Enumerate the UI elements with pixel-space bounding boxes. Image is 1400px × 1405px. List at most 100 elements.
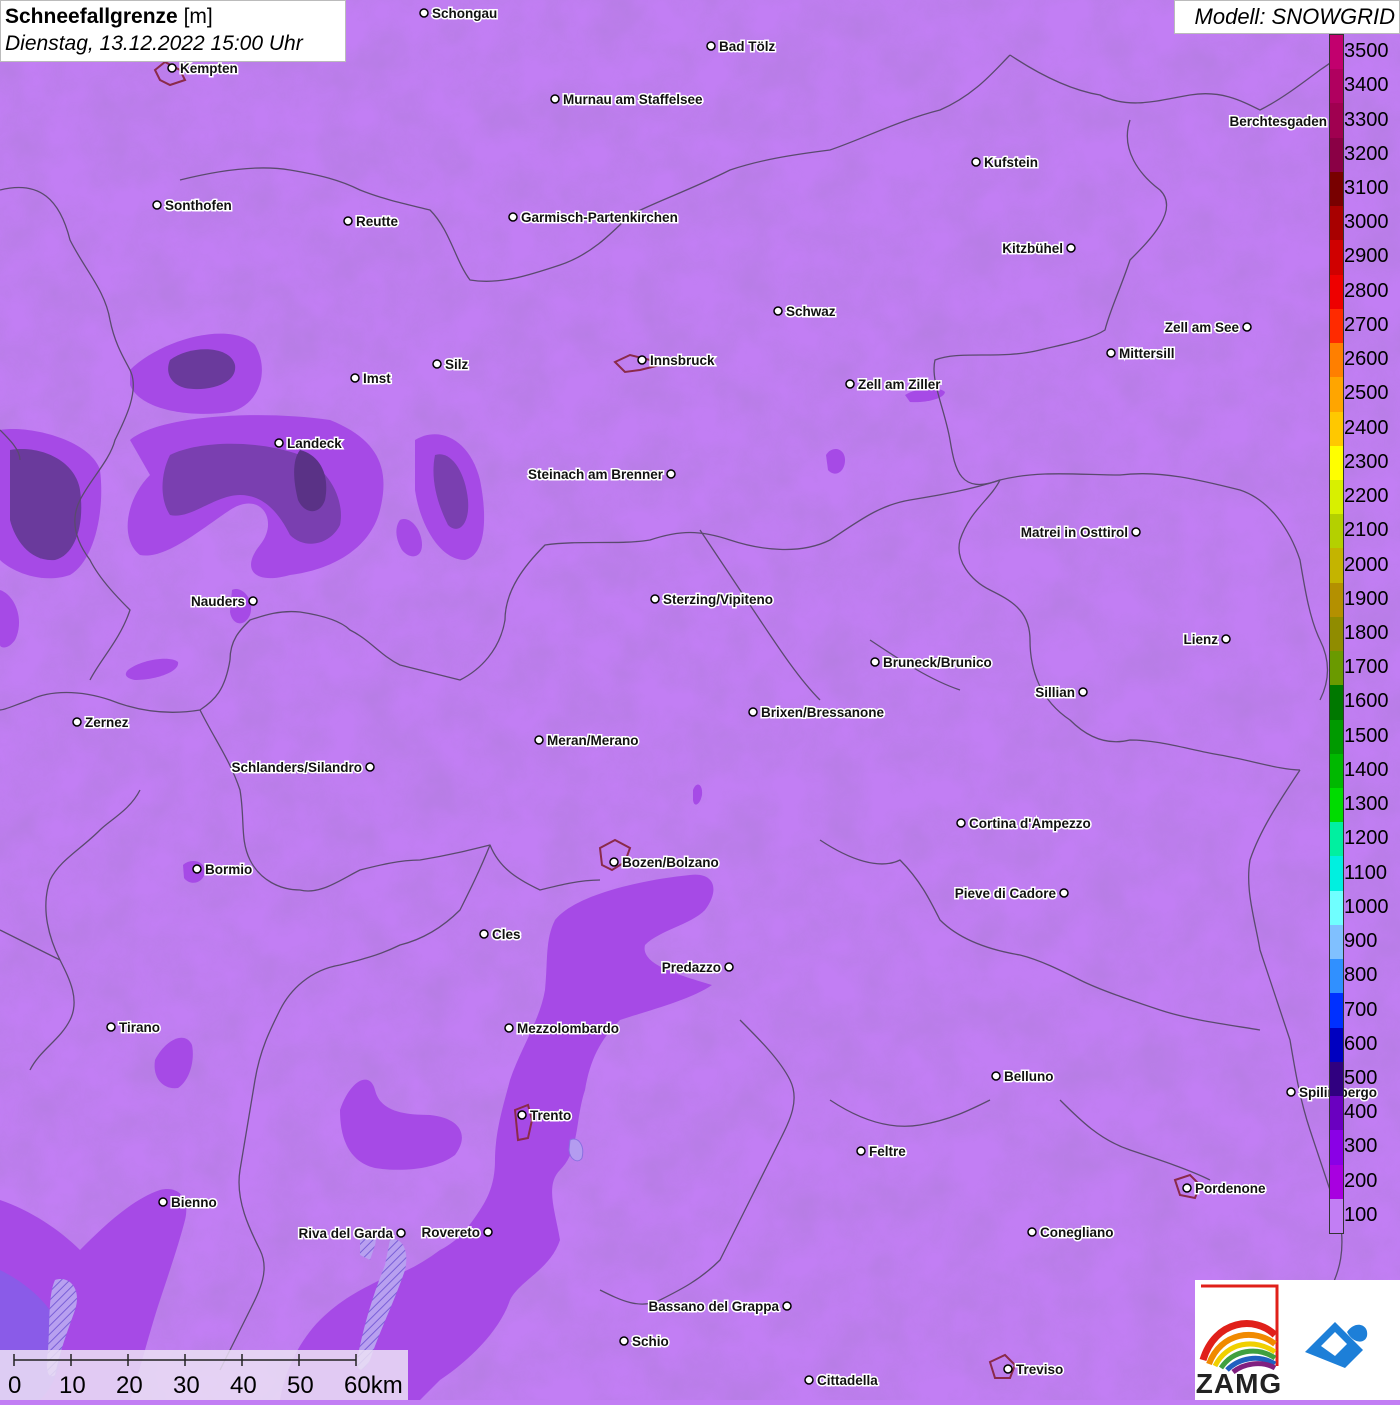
legend-swatch-2600	[1330, 343, 1343, 378]
city-berchtesgaden: Berchtesgaden	[1228, 113, 1340, 131]
legend-swatch-100	[1330, 1198, 1343, 1234]
city-label: Cortina d'Ampezzo	[969, 816, 1091, 831]
city-dot	[619, 1336, 629, 1346]
city-schongau: Schongau	[419, 5, 499, 23]
title-box: Schneefallgrenze [m] Dienstag, 13.12.202…	[0, 0, 346, 62]
legend-label-3400: 3400	[1344, 74, 1389, 97]
legend-label-2000: 2000	[1344, 553, 1389, 576]
city-dot	[1221, 634, 1231, 644]
legend-swatch-2900	[1330, 240, 1343, 276]
city-dot	[343, 216, 353, 226]
legend-swatch-2800	[1330, 274, 1343, 310]
legend-label-1100: 1100	[1344, 861, 1388, 884]
city-dot	[971, 157, 981, 167]
legend-swatch-2400	[1330, 411, 1343, 447]
city-dot	[152, 200, 162, 210]
legend-label-1500: 1500	[1344, 724, 1389, 747]
city-dot	[504, 1023, 514, 1033]
city-label: Brixen/Bressanone	[761, 705, 885, 720]
legend-swatch-2200	[1330, 479, 1343, 515]
city-dot	[991, 1071, 1001, 1081]
city-label: Tirano	[119, 1020, 160, 1035]
city-zell-am-ziller: Zell am Ziller	[845, 376, 943, 394]
legend-label-300: 300	[1344, 1135, 1378, 1158]
city-dot	[1106, 348, 1116, 358]
city-label: Cittadella	[817, 1373, 878, 1388]
city-dot	[706, 41, 716, 51]
legend-swatch-1700	[1330, 651, 1343, 686]
legend-swatch-3500	[1330, 35, 1343, 70]
city-sterzing-vipiteno: Sterzing/Vipiteno	[650, 591, 775, 609]
legend-label-500: 500	[1344, 1066, 1378, 1089]
legend-swatch-1400	[1330, 753, 1343, 789]
city-label: Conegliano	[1040, 1225, 1114, 1240]
city-label: Trento	[530, 1108, 571, 1123]
legend-label-1200: 1200	[1344, 827, 1389, 850]
city-label: Belluno	[1004, 1069, 1054, 1084]
city-dot	[106, 1022, 116, 1032]
legend-swatch-3300	[1330, 103, 1343, 139]
city-dot	[1242, 322, 1252, 332]
city-dot	[1131, 527, 1141, 537]
city-label: Mittersill	[1119, 346, 1175, 361]
city-dot	[1003, 1364, 1013, 1374]
city-dot	[508, 212, 518, 222]
city-steinach-am-brenner: Steinach am Brenner	[526, 466, 676, 484]
legend-label-1000: 1000	[1344, 895, 1389, 918]
legend-swatch-1100	[1330, 856, 1343, 892]
legend-swatch-600	[1330, 1027, 1343, 1063]
city-dot	[666, 469, 676, 479]
legend-swatch-400	[1330, 1096, 1343, 1131]
legend-swatch-2100	[1330, 514, 1343, 549]
city-dot	[845, 379, 855, 389]
scale-label: 0	[8, 1372, 22, 1399]
city-label: Schongau	[432, 6, 497, 21]
city-innsbruck: Innsbruck	[637, 352, 717, 370]
city-dot	[192, 864, 202, 874]
legend-label-1800: 1800	[1344, 622, 1389, 644]
city-bozen-bolzano: Bozen/Bolzano	[609, 854, 720, 872]
legend-label-2300: 2300	[1344, 450, 1389, 473]
legend-label-100: 100	[1344, 1203, 1378, 1226]
city-dot	[419, 8, 429, 18]
legend-swatch-1200	[1330, 822, 1343, 857]
scale-label: 60km	[344, 1372, 403, 1399]
legend-swatch-2000	[1330, 548, 1343, 584]
city-label: Berchtesgaden	[1229, 114, 1327, 129]
legend-swatch-3000	[1330, 206, 1343, 241]
forecast-datetime: Dienstag, 13.12.2022 15:00 Uhr	[5, 32, 303, 55]
legend-label-1700: 1700	[1344, 656, 1389, 679]
city-label: Kufstein	[984, 155, 1038, 170]
city-dot	[479, 929, 489, 939]
city-dot	[1066, 243, 1076, 253]
city-label: Bienno	[171, 1195, 217, 1210]
city-dot	[1182, 1183, 1192, 1193]
parameter-name: Schneefallgrenze	[5, 5, 178, 28]
city-label: Rovereto	[421, 1225, 480, 1240]
city-label: Zernez	[85, 715, 129, 730]
scale-label: 40	[230, 1372, 257, 1399]
scale-label: 20	[116, 1372, 143, 1399]
city-dot	[1059, 888, 1069, 898]
scale-label: 10	[59, 1372, 86, 1399]
city-dot	[72, 717, 82, 727]
legend-swatch-1600	[1330, 685, 1343, 721]
model-label: Modell: SNOWGRID	[1174, 0, 1400, 34]
city-dot	[158, 1197, 168, 1207]
city-sonthofen: Sonthofen	[152, 197, 233, 215]
legend-label-200: 200	[1344, 1169, 1378, 1192]
city-bruneck-brunico: Bruneck/Brunico	[870, 654, 993, 672]
city-mezzolombardo: Mezzolombardo	[504, 1020, 621, 1038]
legend-label-2200: 2200	[1344, 485, 1389, 508]
city-matrei-in-osttirol: Matrei in Osttirol	[1019, 524, 1141, 542]
city-dot	[248, 596, 258, 606]
legend-swatch-1000	[1330, 890, 1343, 926]
city-dot	[432, 359, 442, 369]
city-label: Bad Tölz	[719, 39, 775, 54]
city-label: Cles	[492, 927, 521, 942]
city-dot	[748, 707, 758, 717]
legend-label-400: 400	[1344, 1101, 1378, 1124]
legend-label-2700: 2700	[1344, 313, 1389, 336]
city-cortina-d-ampezzo: Cortina d'Ampezzo	[956, 815, 1092, 833]
city-dot	[650, 594, 660, 604]
